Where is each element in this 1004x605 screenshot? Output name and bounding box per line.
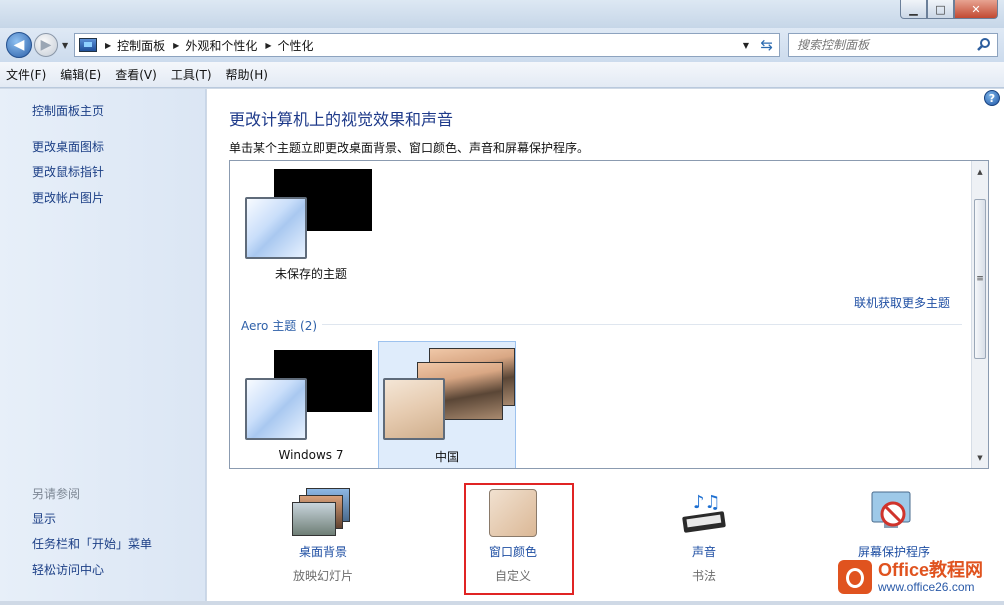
title-bar: ▁ □ ✕ [0,0,1004,28]
forward-button[interactable]: ▶ [34,33,58,57]
breadcrumb-control-panel[interactable]: 控制面板 [117,37,165,54]
see-also-display[interactable]: 显示 [32,510,56,527]
minimize-button[interactable]: ▁ [900,0,927,19]
theme-label: 中国 [434,450,459,464]
control-panel-icon [79,38,97,52]
theme-label: 未保存的主题 [274,267,347,281]
window-controls: ▁ □ ✕ [900,0,998,19]
breadcrumb-appearance[interactable]: 外观和个性化 [185,37,257,54]
office-logo-icon [838,560,872,594]
scroll-thumb[interactable]: ≡ [974,199,986,359]
theme-tile-unsaved[interactable]: 未保存的主题 [242,165,380,293]
theme-label: Windows 7 [278,448,344,462]
close-button[interactable]: ✕ [954,0,998,19]
sidebar-link-account-picture[interactable]: 更改帐户图片 [32,189,104,206]
search-box[interactable] [788,33,998,57]
page-title: 更改计算机上的视觉效果和声音 [229,110,454,129]
menu-edit[interactable]: 编辑(E) [60,66,101,83]
breadcrumb-chevron-icon[interactable]: ▶ [265,41,271,50]
theme-list: ▲ ≡ ▼ 未保存的主题 Windows 7 中国 [229,160,989,469]
address-bar[interactable]: ▶ 控制面板 ▶ 外观和个性化 ▶ 个性化 ▼ ⇆ [74,33,780,57]
aero-themes-group-title: Aero 主题 (2) [241,319,318,333]
sound-link[interactable]: 声音 [644,543,764,560]
menu-help[interactable]: 帮助(H) [226,66,268,83]
menu-view[interactable]: 查看(V) [115,66,157,83]
watermark-url: www.office26.com [878,580,975,594]
help-icon[interactable]: ? [984,90,1000,106]
navigation-bar: ◀ ▶ ▼ ▶ 控制面板 ▶ 外观和个性化 ▶ 个性化 ▼ ⇆ [0,28,1004,62]
scroll-down-icon[interactable]: ▼ [972,449,988,466]
refresh-icon[interactable]: ⇆ [760,36,773,54]
recent-pages-dropdown-icon[interactable]: ▼ [62,41,68,50]
theme-tile-china[interactable]: 中国 [378,341,516,468]
see-also-taskbar[interactable]: 任务栏和「开始」菜单 [32,535,152,552]
address-history-dropdown-icon[interactable]: ▼ [743,41,749,50]
sound-icon[interactable]: ♪♫ [679,488,729,538]
desktop-background-value: 放映幻灯片 [292,569,353,583]
theme-window-color-thumbnail [245,197,307,259]
menu-bar: 文件(F) 编辑(E) 查看(V) 工具(T) 帮助(H) [0,62,1004,88]
scroll-up-icon[interactable]: ▲ [972,163,988,180]
maximize-button[interactable]: □ [927,0,954,19]
svg-text:♪♫: ♪♫ [693,492,721,513]
breadcrumb-chevron-icon[interactable]: ▶ [105,41,111,50]
window-color-link[interactable]: 窗口颜色 [453,543,573,560]
watermark-title: Office教程网 [878,560,984,580]
breadcrumb-chevron-icon[interactable]: ▶ [173,41,179,50]
see-also-heading: 另请参阅 [32,487,81,501]
search-icon[interactable] [977,37,991,51]
menu-file[interactable]: 文件(F) [6,66,46,83]
page-subtitle: 单击某个主题立即更改桌面背景、窗口颜色、声音和屏幕保护程序。 [229,141,590,155]
menu-tools[interactable]: 工具(T) [171,66,212,83]
search-input[interactable] [797,38,967,52]
sidebar-link-control-panel-home[interactable]: 控制面板主页 [32,102,104,119]
back-button[interactable]: ◀ [6,32,32,58]
theme-tile-windows-7[interactable]: Windows 7 [242,344,380,468]
site-watermark: Office教程网 www.office26.com [838,553,1004,601]
desktop-background-link[interactable]: 桌面背景 [263,543,383,560]
see-also-ease-of-access[interactable]: 轻松访问中心 [32,561,104,578]
sidebar-link-desktop-icons[interactable]: 更改桌面图标 [32,138,104,155]
get-more-themes-link[interactable]: 联机获取更多主题 [854,294,950,311]
sound-value: 书法 [691,569,716,583]
theme-window-color-thumbnail [245,378,307,440]
window-color-icon[interactable] [489,489,537,537]
desktop-background-icon[interactable] [292,488,352,538]
group-divider [322,324,962,325]
breadcrumb-personalization[interactable]: 个性化 [278,37,314,54]
sidebar-link-mouse-pointers[interactable]: 更改鼠标指针 [32,163,104,180]
screen-saver-icon[interactable] [866,488,916,538]
theme-window-color-thumbnail [383,378,445,440]
theme-list-scrollbar[interactable]: ▲ ≡ ▼ [971,161,988,468]
window-color-value: 自定义 [494,569,531,583]
